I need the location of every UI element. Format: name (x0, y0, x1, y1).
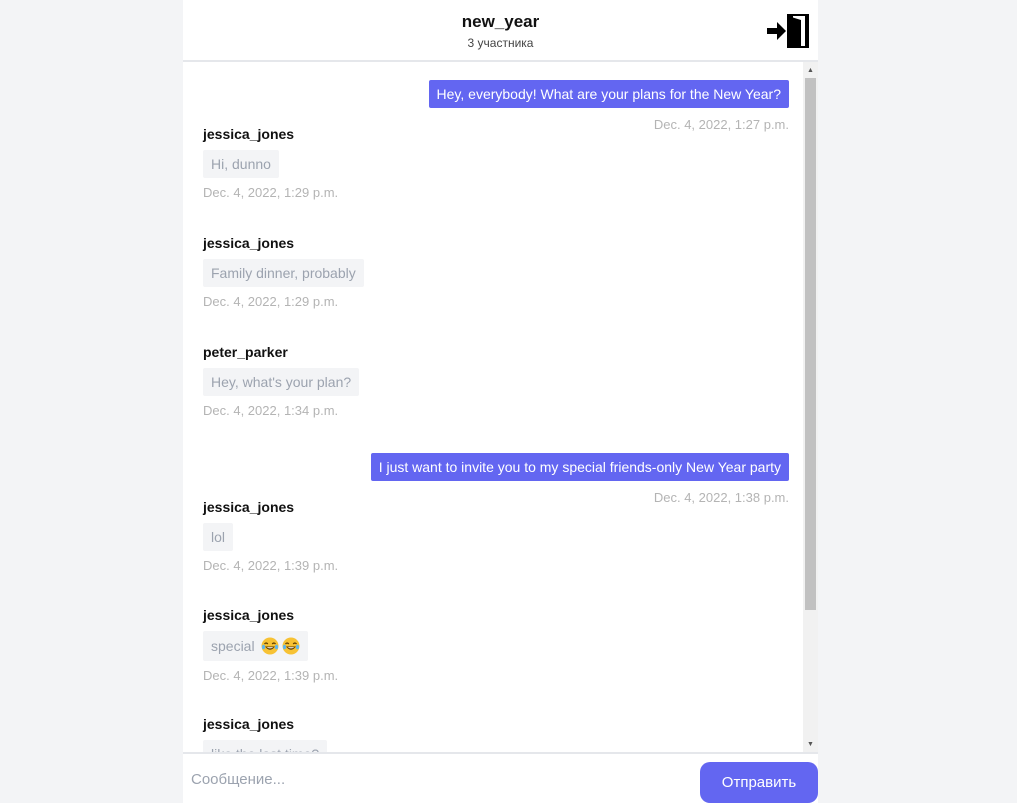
scrollbar-thumb[interactable] (805, 78, 816, 610)
message-incoming: jessica_jones lol Dec. 4, 2022, 1:39 p.m… (203, 499, 338, 573)
message-input[interactable] (191, 762, 691, 796)
message-timestamp: Dec. 4, 2022, 1:39 p.m. (203, 668, 339, 683)
message-author: jessica_jones (203, 235, 295, 251)
message-bubble: like the last time? (203, 740, 328, 752)
exit-chat-button[interactable] (765, 12, 811, 50)
message-outgoing: I just want to invite you to my special … (370, 453, 789, 505)
message-incoming: peter_parker Hey, what's your plan? Dec.… (203, 344, 360, 418)
message-incoming: jessica_jones special Dec. 4, 2022, 1:39… (203, 607, 338, 683)
message-bubble: I just want to invite you to my special … (370, 453, 789, 481)
message-list[interactable]: Hey, everybody! What are your plans for … (183, 62, 803, 752)
message-bubble: Hi, dunno (203, 150, 279, 178)
message-author: peter_parker (203, 344, 288, 360)
message-text: special (211, 638, 255, 654)
message-bubble: special (203, 631, 309, 661)
message-bubble: Hey, what's your plan? (203, 368, 360, 396)
laughing-tears-emoji-icon (261, 637, 279, 655)
message-timestamp: Dec. 4, 2022, 1:27 p.m. (653, 117, 789, 132)
chat-title: new_year (461, 12, 540, 31)
message-timestamp: Dec. 4, 2022, 1:29 p.m. (203, 185, 339, 200)
message-timestamp: Dec. 4, 2022, 1:39 p.m. (203, 558, 339, 573)
message-outgoing: Hey, everybody! What are your plans for … (428, 80, 789, 132)
chat-window: new_year 3 участника Hey, everybody! Wha… (183, 0, 818, 803)
message-author: jessica_jones (203, 499, 295, 515)
laughing-tears-emoji-icon (282, 637, 300, 655)
participant-count: 3 участника (467, 36, 534, 50)
message-list-scrollbar[interactable]: ▲ ▼ (803, 62, 818, 752)
message-incoming: jessica_jones like the last time? (203, 716, 328, 752)
message-incoming: jessica_jones Family dinner, probably De… (203, 235, 364, 309)
chat-header: new_year 3 участника (183, 0, 818, 62)
message-author: jessica_jones (203, 607, 295, 623)
message-composer: Отправить (183, 752, 818, 803)
message-timestamp: Dec. 4, 2022, 1:29 p.m. (203, 294, 339, 309)
message-incoming: jessica_jones Hi, dunno Dec. 4, 2022, 1:… (203, 126, 338, 200)
message-author: jessica_jones (203, 126, 295, 142)
send-button[interactable]: Отправить (700, 762, 818, 803)
scroll-down-arrow-icon[interactable]: ▼ (803, 738, 818, 752)
message-bubble: Family dinner, probably (203, 259, 364, 287)
message-timestamp: Dec. 4, 2022, 1:34 p.m. (203, 403, 339, 418)
message-bubble: lol (203, 523, 234, 551)
message-timestamp: Dec. 4, 2022, 1:38 p.m. (653, 490, 789, 505)
exit-door-icon (767, 14, 809, 48)
message-author: jessica_jones (203, 716, 295, 732)
message-bubble: Hey, everybody! What are your plans for … (428, 80, 789, 108)
scroll-up-arrow-icon[interactable]: ▲ (803, 64, 818, 78)
